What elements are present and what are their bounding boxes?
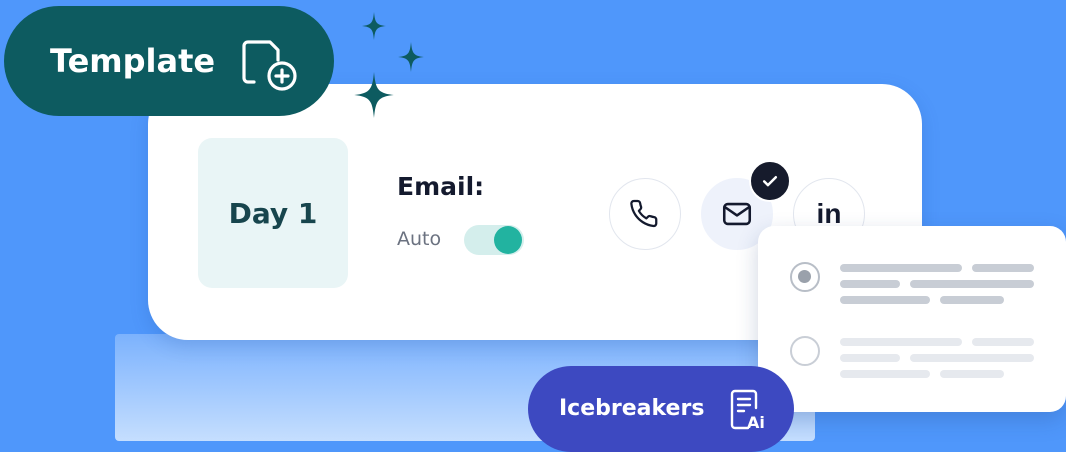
sparkle-icon — [354, 72, 394, 118]
option-radio-selected[interactable] — [790, 262, 820, 292]
auto-toggle[interactable] — [464, 225, 524, 255]
icebreakers-button[interactable]: Icebreakers Ai — [528, 366, 794, 452]
auto-label: Auto — [397, 228, 442, 250]
document-ai-icon: Ai — [730, 389, 765, 432]
channel-label: Email: — [397, 172, 485, 201]
check-icon — [762, 176, 778, 187]
ai-text: Ai — [747, 413, 765, 432]
option-text-line — [840, 264, 962, 272]
option-text-line — [940, 296, 1004, 304]
option-text-line — [840, 354, 900, 362]
envelope-icon — [722, 202, 752, 226]
option-text-line — [840, 296, 930, 304]
template-label: Template — [50, 42, 216, 80]
option-text-line — [940, 370, 1004, 378]
phone-icon — [630, 199, 658, 228]
sparkle-icon — [362, 12, 386, 40]
option-text-line — [840, 370, 930, 378]
phone-channel-button[interactable] — [609, 178, 681, 250]
option-text-line — [972, 338, 1034, 346]
day-label: Day 1 — [198, 138, 348, 288]
toggle-knob — [494, 226, 522, 254]
option-text-line — [910, 354, 1034, 362]
icebreakers-label: Icebreakers — [559, 396, 705, 421]
template-button[interactable]: Template — [4, 6, 334, 116]
icebreaker-options-panel — [758, 226, 1066, 412]
sparkle-icon — [398, 42, 424, 72]
option-text-line — [840, 280, 900, 288]
selected-check-badge — [749, 160, 791, 202]
option-text-line — [972, 264, 1034, 272]
option-radio[interactable] — [790, 336, 820, 366]
option-text-line — [910, 280, 1034, 288]
document-add-icon — [242, 40, 297, 91]
option-text-line — [840, 338, 962, 346]
